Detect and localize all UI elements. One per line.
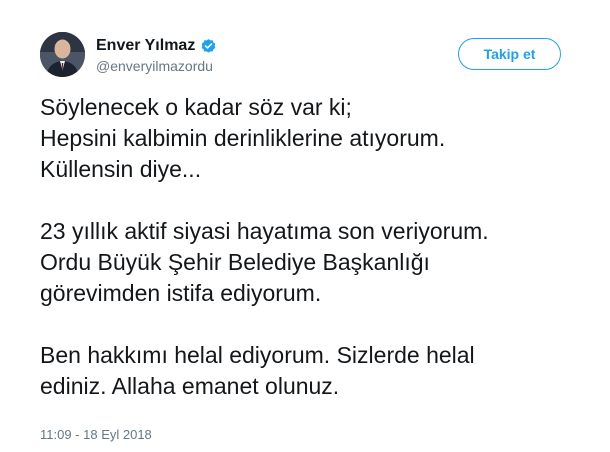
author-handle[interactable]: @enveryilmazordu: [96, 58, 213, 74]
tweet-timestamp[interactable]: 11:09 - 18 Eyl 2018: [40, 427, 152, 442]
tweet-text: Söylenecek o kadar söz var ki; Hepsini k…: [40, 92, 595, 402]
tweet-line: ediniz. Allaha emanet olunuz.: [40, 373, 340, 399]
author-display-name[interactable]: Enver Yılmaz: [96, 37, 195, 55]
tweet-line: Söylenecek o kadar söz var ki;: [40, 94, 352, 120]
follow-button[interactable]: Takip et: [458, 38, 561, 70]
tweet-line: görevimden istifa ediyorum.: [40, 280, 322, 306]
author-name-row: Enver Yılmaz: [96, 35, 217, 57]
tweet-line: Hepsini kalbimin derinliklerine atıyorum…: [40, 125, 446, 151]
tweet-line: Küllensin diye...: [40, 156, 202, 182]
avatar[interactable]: [40, 32, 85, 77]
verified-badge-icon: [200, 38, 217, 55]
tweet-line: 23 yıllık aktif siyasi hayatıma son veri…: [40, 218, 489, 244]
tweet-card: Enver Yılmaz @enveryilmazordu Takip et S…: [0, 0, 610, 452]
tweet-line: Ben hakkımı helal ediyorum. Sizlerde hel…: [40, 342, 475, 368]
tweet-line: Ordu Büyük Şehir Belediye Başkanlığı: [40, 249, 430, 275]
